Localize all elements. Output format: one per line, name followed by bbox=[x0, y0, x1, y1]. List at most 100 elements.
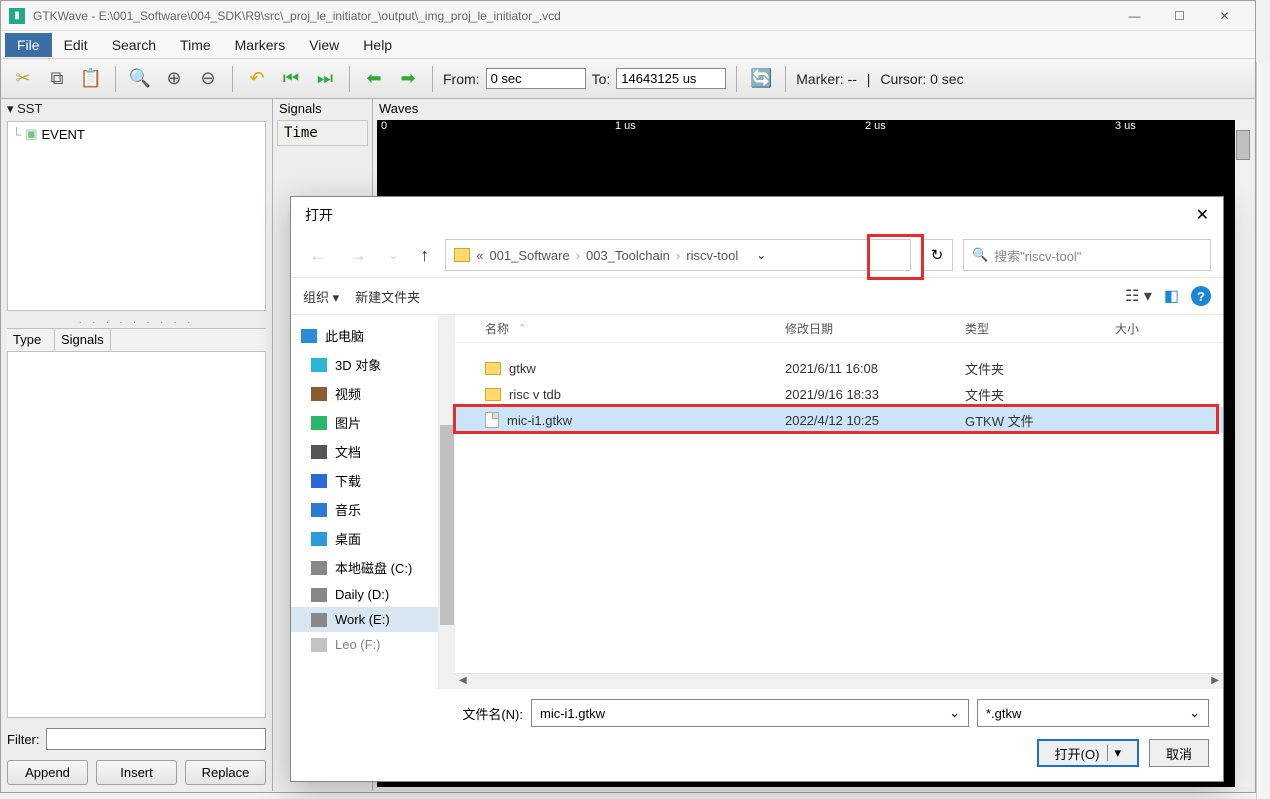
minimize-button[interactable]: — bbox=[1112, 1, 1157, 31]
sidebar-item-desktop[interactable]: 桌面 bbox=[291, 524, 438, 553]
waves-title: Waves bbox=[373, 99, 1255, 118]
close-button[interactable]: ✕ bbox=[1202, 1, 1247, 31]
file-row-gtkw[interactable]: mic-i1.gtkw 2022/4/12 10:25 GTKW 文件 bbox=[455, 407, 1223, 433]
zoom-in-icon[interactable]: ⊕ bbox=[160, 65, 188, 93]
sidebar-item-music[interactable]: 音乐 bbox=[291, 495, 438, 524]
sidebar-scrollbar[interactable] bbox=[439, 315, 455, 689]
search-input[interactable]: 🔍 搜索"riscv-tool" bbox=[963, 239, 1211, 271]
col-header-name[interactable]: 名称 ˆ bbox=[455, 320, 785, 337]
file-list-scrollbar-h[interactable] bbox=[455, 673, 1223, 689]
type-signals-header: Type Signals bbox=[7, 328, 266, 352]
refresh-button[interactable]: ↻ bbox=[921, 239, 953, 271]
dialog-toolbar: 组织 ▾ 新建文件夹 ☷ ▾ ◧ ? bbox=[291, 277, 1223, 315]
copy-icon[interactable]: ⧉ bbox=[43, 65, 71, 93]
zoom-fit-icon[interactable]: 🔍 bbox=[126, 65, 154, 93]
sidebar-item-documents[interactable]: 文档 bbox=[291, 437, 438, 466]
col-header-size[interactable]: 大小 bbox=[1115, 320, 1223, 337]
nav-dropdown-icon[interactable]: ⌄ bbox=[383, 249, 404, 262]
chevron-down-icon[interactable]: ⌄ bbox=[949, 705, 960, 721]
filename-label: 文件名(N): bbox=[305, 704, 523, 723]
marker-status: Marker: -- bbox=[796, 71, 857, 87]
view-list-icon[interactable]: ☷ ▾ bbox=[1125, 286, 1152, 306]
next-icon[interactable]: ➡ bbox=[394, 65, 422, 93]
document-icon bbox=[311, 445, 327, 459]
to-input[interactable] bbox=[616, 68, 726, 89]
sst-node-event[interactable]: └ ▣ EVENT bbox=[12, 126, 261, 142]
waves-scrollbar-vertical[interactable] bbox=[1235, 120, 1251, 787]
chevron-down-icon[interactable]: ⌄ bbox=[1189, 705, 1200, 721]
app-icon: ▮ bbox=[9, 8, 25, 24]
to-label: To: bbox=[592, 71, 611, 87]
filter-input[interactable] bbox=[46, 728, 267, 750]
type-signals-list[interactable] bbox=[7, 352, 266, 718]
from-input[interactable] bbox=[486, 68, 586, 89]
filename-input[interactable]: mic-i1.gtkw ⌄ bbox=[531, 699, 969, 727]
append-button[interactable]: Append bbox=[7, 760, 88, 785]
dialog-close-icon[interactable]: ✕ bbox=[1196, 205, 1209, 225]
nav-back-icon[interactable]: ← bbox=[303, 245, 333, 266]
sidebar-item-this-pc[interactable]: 此电脑 bbox=[291, 321, 438, 350]
file-list[interactable]: gtkw 2021/6/11 16:08 文件夹 risc v tdb 2021… bbox=[455, 343, 1223, 673]
sst-title-caret[interactable]: ▾ bbox=[7, 101, 17, 116]
sidebar-item-disk-e[interactable]: Work (E:) bbox=[291, 607, 438, 632]
first-icon[interactable]: ⏮ bbox=[277, 65, 305, 93]
organize-menu[interactable]: 组织 ▾ bbox=[303, 287, 339, 306]
sidebar-item-disk-f[interactable]: Leo (F:) bbox=[291, 632, 438, 657]
wave-tick-1: 1 us bbox=[615, 120, 636, 132]
breadcrumb[interactable]: « 001_Software › 003_Toolchain › riscv-t… bbox=[445, 239, 911, 271]
sidebar-item-downloads[interactable]: 下载 bbox=[291, 466, 438, 495]
filetype-filter[interactable]: *.gtkw ⌄ bbox=[977, 699, 1209, 727]
col-header-date[interactable]: 修改日期 bbox=[785, 320, 965, 337]
insert-button[interactable]: Insert bbox=[96, 760, 177, 785]
panel-resize-handle[interactable]: . . . . . . . . . bbox=[1, 313, 272, 328]
sidebar-item-disk-d[interactable]: Daily (D:) bbox=[291, 582, 438, 607]
undo-icon[interactable]: ↶ bbox=[243, 65, 271, 93]
sst-node-label: EVENT bbox=[42, 127, 85, 142]
menu-edit[interactable]: Edit bbox=[52, 33, 100, 57]
toolbar: ✂ ⧉ 📋 🔍 ⊕ ⊖ ↶ ⏮ ⏭ ⬅ ➡ From: To: 🔄 Marker… bbox=[1, 59, 1255, 99]
sst-tree[interactable]: └ ▣ EVENT bbox=[7, 121, 266, 311]
last-icon[interactable]: ⏭ bbox=[311, 65, 339, 93]
sidebar-item-disk-c[interactable]: 本地磁盘 (C:) bbox=[291, 553, 438, 582]
crumb-1[interactable]: 001_Software bbox=[489, 248, 569, 263]
titlebar: ▮ GTKWave - E:\001_Software\004_SDK\R9\s… bbox=[1, 1, 1255, 31]
cancel-button[interactable]: 取消 bbox=[1149, 739, 1209, 767]
maximize-button[interactable]: ☐ bbox=[1157, 1, 1202, 31]
paste-icon[interactable]: 📋 bbox=[77, 65, 105, 93]
zoom-out-icon[interactable]: ⊖ bbox=[194, 65, 222, 93]
menu-search[interactable]: Search bbox=[100, 33, 168, 57]
crumb-3[interactable]: riscv-tool bbox=[686, 248, 738, 263]
sidebar-item-videos[interactable]: 视频 bbox=[291, 379, 438, 408]
col-header-type[interactable]: 类型 bbox=[965, 320, 1115, 337]
help-icon[interactable]: ? bbox=[1191, 286, 1211, 306]
disk-icon bbox=[311, 638, 327, 652]
sst-panel: ▾ SST └ ▣ EVENT . . . . . . . . . Type S… bbox=[1, 99, 273, 791]
crumb-2[interactable]: 003_Toolchain bbox=[586, 248, 670, 263]
menu-time[interactable]: Time bbox=[168, 33, 223, 57]
file-icon bbox=[485, 412, 499, 428]
new-folder-button[interactable]: 新建文件夹 bbox=[355, 287, 420, 306]
sidebar-item-3d-objects[interactable]: 3D 对象 bbox=[291, 350, 438, 379]
download-icon bbox=[311, 474, 327, 488]
nav-forward-icon[interactable]: → bbox=[343, 245, 373, 266]
menu-view[interactable]: View bbox=[297, 33, 351, 57]
file-row-folder[interactable]: gtkw 2021/6/11 16:08 文件夹 bbox=[455, 355, 1223, 381]
replace-button[interactable]: Replace bbox=[185, 760, 266, 785]
dialog-navbar: ← → ⌄ ↑ « 001_Software › 003_Toolchain ›… bbox=[291, 233, 1223, 277]
open-button[interactable]: 打开(O)▾ bbox=[1037, 739, 1139, 767]
file-row-folder[interactable]: risc v tdb 2021/9/16 18:33 文件夹 bbox=[455, 381, 1223, 407]
file-list-header: 名称 ˆ 修改日期 类型 大小 bbox=[455, 315, 1223, 343]
preview-pane-icon[interactable]: ◧ bbox=[1164, 286, 1179, 306]
crumb-dropdown-icon[interactable]: ⌄ bbox=[750, 248, 772, 262]
sort-asc-icon: ˆ bbox=[520, 322, 524, 336]
col-signals[interactable]: Signals bbox=[55, 329, 111, 351]
cut-icon[interactable]: ✂ bbox=[9, 65, 37, 93]
nav-up-icon[interactable]: ↑ bbox=[414, 245, 435, 266]
menu-help[interactable]: Help bbox=[351, 33, 404, 57]
menu-markers[interactable]: Markers bbox=[223, 33, 298, 57]
col-type[interactable]: Type bbox=[7, 329, 55, 351]
reload-icon[interactable]: 🔄 bbox=[747, 65, 775, 93]
prev-icon[interactable]: ⬅ bbox=[360, 65, 388, 93]
sidebar-item-pictures[interactable]: 图片 bbox=[291, 408, 438, 437]
menu-file[interactable]: File bbox=[5, 33, 52, 57]
